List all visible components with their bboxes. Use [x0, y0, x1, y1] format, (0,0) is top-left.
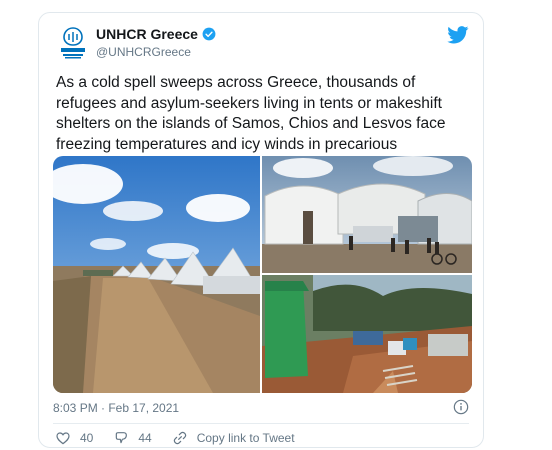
tweet-card[interactable]: UNHCR Greece @UNHCRGreece As a cold spel… — [38, 12, 484, 448]
green-tent-hillside-photo[interactable] — [262, 275, 472, 393]
account-handle[interactable]: @UNHCRGreece — [96, 45, 191, 59]
divider — [53, 423, 469, 424]
like-button[interactable]: 40 — [55, 430, 93, 446]
account-display-name[interactable]: UNHCR Greece — [96, 26, 198, 42]
unhcr-logo-icon[interactable] — [57, 25, 89, 61]
tents-on-dirt-road-photo[interactable] — [53, 156, 260, 393]
heart-icon — [56, 432, 70, 445]
account-display-name-row[interactable]: UNHCR Greece — [96, 26, 216, 42]
twitter-bird-icon[interactable] — [447, 26, 469, 44]
reply-button[interactable]: 44 — [113, 430, 152, 446]
verified-badge-icon — [202, 27, 216, 41]
copy-link-label: Copy link to Tweet — [196, 431, 295, 445]
like-count: 40 — [80, 431, 94, 445]
tweet-actions: 40 44 Copy link to Tweet — [55, 430, 315, 446]
reply-bubble-icon — [116, 432, 128, 444]
link-icon — [173, 431, 186, 445]
tweet-media-grid[interactable] — [53, 156, 472, 393]
reply-count: 44 — [138, 431, 152, 445]
tweet-timestamp[interactable]: 8:03 PM · Feb 17, 2021 — [53, 401, 179, 415]
white-shelters-camp-photo[interactable] — [262, 156, 472, 273]
copy-link-button[interactable]: Copy link to Tweet — [172, 430, 295, 446]
info-icon[interactable] — [453, 399, 469, 415]
